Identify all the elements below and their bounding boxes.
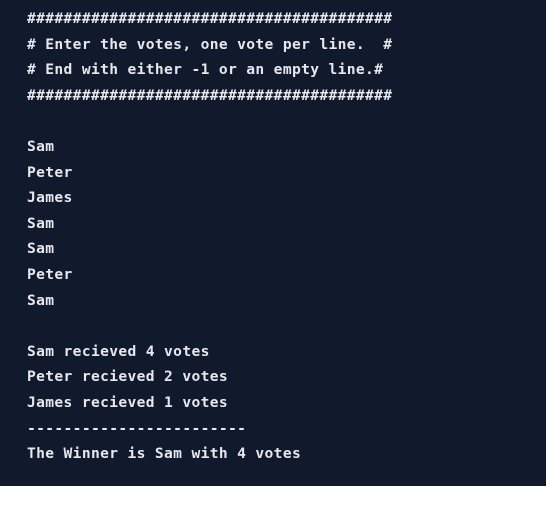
- vote-input-line: Sam: [27, 214, 55, 232]
- separator-line: ------------------------: [27, 419, 247, 437]
- result-line: Sam recieved 4 votes: [27, 342, 210, 360]
- winner-line: The Winner is Sam with 4 votes: [27, 445, 302, 463]
- banner-instruction-2: # End with either -1 or an empty line.#: [27, 61, 384, 79]
- vote-input-line: Sam: [27, 240, 55, 258]
- result-line: James recieved 1 votes: [27, 393, 228, 411]
- banner-instruction-1: # Enter the votes, one vote per line. #: [27, 35, 393, 53]
- vote-input-line: Peter: [27, 163, 73, 181]
- result-line: Peter recieved 2 votes: [27, 368, 228, 386]
- vote-input-line: Peter: [27, 265, 73, 283]
- banner-border-bottom: ########################################: [27, 86, 393, 104]
- terminal-output[interactable]: ########################################…: [0, 0, 546, 486]
- vote-input-line: James: [27, 189, 73, 207]
- banner-border-top: ########################################: [27, 10, 393, 27]
- vote-input-line: Sam: [27, 137, 55, 155]
- vote-input-line: Sam: [27, 291, 55, 309]
